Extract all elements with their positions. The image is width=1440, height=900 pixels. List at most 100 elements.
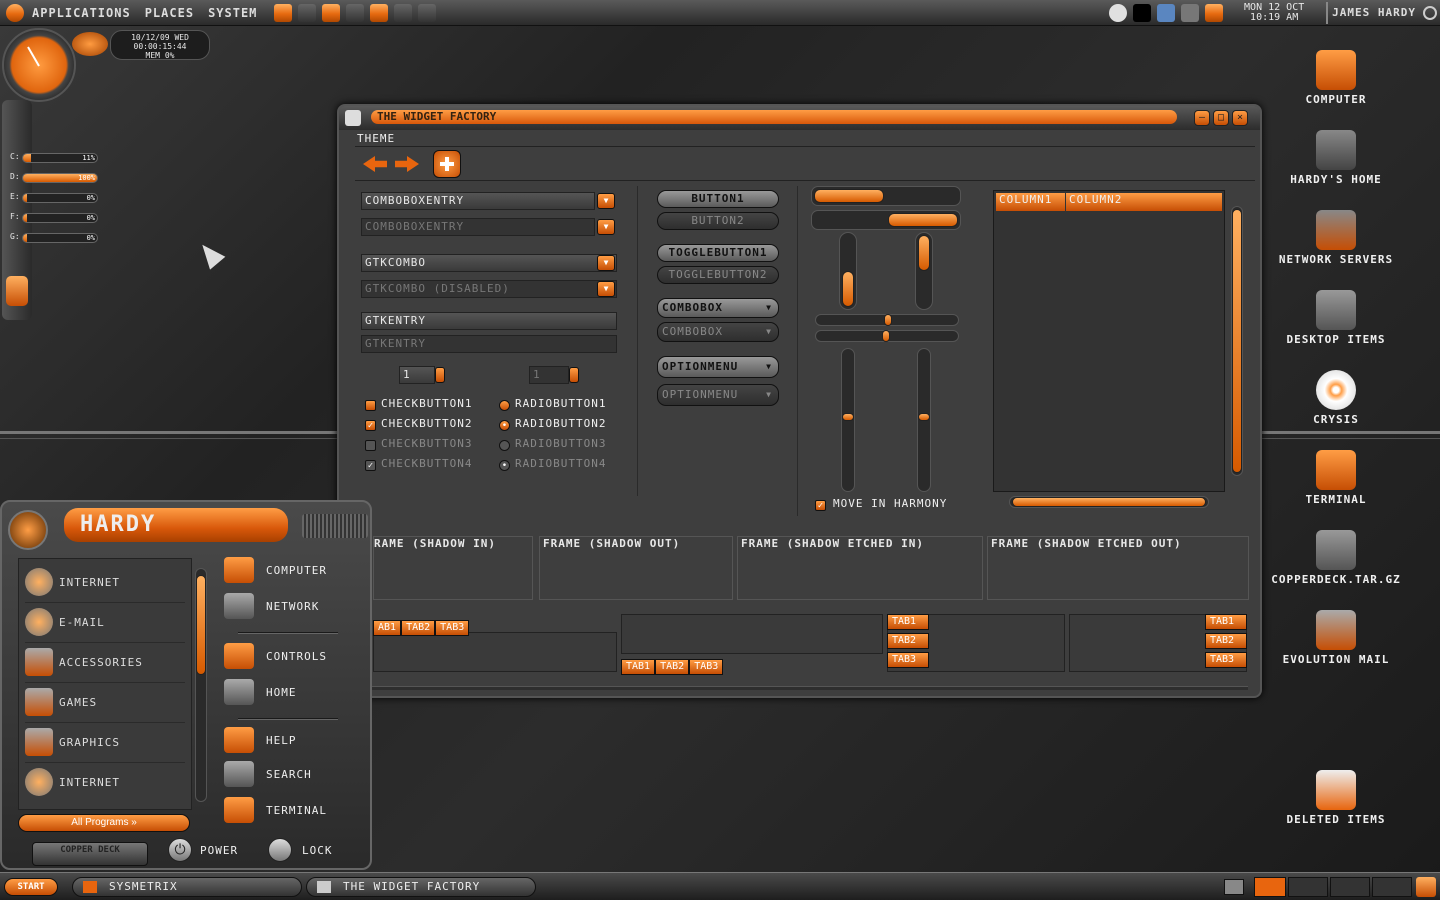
dropdown-arrow-icon[interactable]: ▼ xyxy=(597,255,615,271)
column-header-2[interactable]: Column2 xyxy=(1066,193,1122,211)
task-widget-factory[interactable]: The Widget Factory xyxy=(306,877,536,897)
spin-arrows-icon[interactable] xyxy=(435,367,445,383)
user-name[interactable]: James Hardy xyxy=(1332,6,1416,19)
tab-3[interactable]: Tab3 xyxy=(887,652,929,668)
tab-1[interactable]: Tab1 xyxy=(621,659,656,675)
network-icon[interactable] xyxy=(1157,3,1176,22)
comboboxentry-field[interactable]: ComboBoxEntry xyxy=(361,192,595,210)
program-item[interactable]: Internet xyxy=(25,765,185,799)
wifi-icon[interactable] xyxy=(1181,3,1200,22)
all-programs-button[interactable]: All Programs » xyxy=(18,814,190,832)
program-item[interactable]: Internet xyxy=(25,565,185,599)
tab-3[interactable]: Tab3 xyxy=(435,620,470,636)
show-desktop-icon[interactable] xyxy=(1224,879,1244,895)
tab-1[interactable]: Tab1 xyxy=(1205,614,1247,630)
trash-panel-icon[interactable] xyxy=(1416,877,1436,897)
weather-icon[interactable] xyxy=(1109,3,1128,22)
place-item[interactable]: Controls xyxy=(224,642,364,670)
workspace-3[interactable] xyxy=(1330,877,1370,897)
tab-3[interactable]: Tab3 xyxy=(689,659,724,675)
combobox-button[interactable]: ComboBox ▼ xyxy=(657,298,779,318)
tab-2[interactable]: Tab2 xyxy=(655,659,690,675)
gtkentry-field[interactable]: GtkEntry xyxy=(361,312,617,330)
program-item[interactable]: Graphics xyxy=(25,725,185,759)
desktop-icon[interactable]: Desktop Items xyxy=(1262,290,1410,345)
checkbox[interactable] xyxy=(365,400,376,411)
place-item[interactable]: Computer xyxy=(224,556,364,584)
desktop-icon[interactable]: Evolution Mail xyxy=(1262,610,1410,665)
vscale-2[interactable] xyxy=(917,348,931,492)
clock[interactable]: Mon 12 Oct 10:19 AM xyxy=(1234,2,1314,23)
power-label[interactable]: Power xyxy=(200,844,238,857)
power-icon[interactable]: ⏻ xyxy=(168,838,192,862)
button1-button[interactable]: Button1 xyxy=(657,190,779,208)
title-bar[interactable]: The Widget Factory – □ × xyxy=(339,106,1260,130)
tab-2[interactable]: Tab2 xyxy=(887,633,929,649)
black-square-icon[interactable] xyxy=(1133,3,1152,22)
vertical-scrollbar[interactable] xyxy=(1231,206,1243,476)
program-item[interactable]: Games xyxy=(25,685,185,719)
tab-2[interactable]: Tab2 xyxy=(1205,633,1247,649)
ubuntu-logo-icon[interactable] xyxy=(6,3,24,22)
program-item[interactable]: Accessories xyxy=(25,645,185,679)
trash-desklet-icon[interactable] xyxy=(6,276,28,306)
optionmenu-button[interactable]: OptionMenu ▼ xyxy=(657,356,779,378)
move-harmony-checkbox[interactable]: ✓ xyxy=(815,500,826,511)
desktop-icon[interactable]: CopperDeck.tar.gz xyxy=(1262,530,1410,585)
desktop-icon[interactable]: Hardy's Home xyxy=(1262,130,1410,185)
tab-3[interactable]: Tab3 xyxy=(1205,652,1247,668)
firefox-launcher-icon[interactable] xyxy=(274,3,293,22)
start-button[interactable]: Start xyxy=(4,878,58,896)
lock-label[interactable]: Lock xyxy=(302,844,333,857)
desktop-icon[interactable]: Crysis xyxy=(1262,370,1410,425)
horizontal-scrollbar[interactable] xyxy=(1009,496,1209,508)
tree-view[interactable]: Column1 Column2 xyxy=(993,190,1225,492)
desktop-icon[interactable]: Terminal xyxy=(1262,450,1410,505)
programs-scrollbar[interactable] xyxy=(195,568,207,802)
monitor-launcher-icon[interactable] xyxy=(394,3,413,22)
gtkcombo-field[interactable]: GtkCombo xyxy=(361,254,617,272)
minimize-button[interactable]: – xyxy=(1194,110,1210,126)
slider-thumb[interactable] xyxy=(918,413,930,421)
help-launcher-icon[interactable] xyxy=(322,3,341,22)
place-item[interactable]: Help xyxy=(224,726,364,754)
scrollbar-thumb[interactable] xyxy=(196,575,206,675)
back-arrow-icon[interactable] xyxy=(363,156,387,172)
power-icon[interactable] xyxy=(1423,5,1437,20)
tab-2[interactable]: Tab2 xyxy=(401,620,436,636)
menu-applications[interactable]: Applications xyxy=(32,6,131,20)
desktop-icon[interactable]: Network Servers xyxy=(1262,210,1410,265)
menu-system[interactable]: System xyxy=(208,6,257,20)
slider-thumb[interactable] xyxy=(842,413,854,421)
hscale-1[interactable] xyxy=(815,314,959,326)
scrollbar-thumb[interactable] xyxy=(1232,209,1242,473)
place-item[interactable]: Home xyxy=(224,678,364,706)
maximize-button[interactable]: □ xyxy=(1213,110,1229,126)
place-item[interactable]: Terminal xyxy=(224,796,364,824)
dropdown-arrow-icon[interactable]: ▼ xyxy=(597,193,615,209)
workspace-4[interactable] xyxy=(1372,877,1412,897)
settings-launcher-icon[interactable] xyxy=(418,3,437,22)
place-item[interactable]: Network xyxy=(224,592,364,620)
volume-icon[interactable] xyxy=(1205,3,1224,22)
notes-launcher-icon[interactable] xyxy=(370,3,389,22)
window-menu-icon[interactable] xyxy=(345,110,361,126)
workspace-2[interactable] xyxy=(1288,877,1328,897)
scrollbar-thumb[interactable] xyxy=(1012,497,1206,507)
hscale-2[interactable] xyxy=(815,330,959,342)
close-button[interactable]: × xyxy=(1232,110,1248,126)
tab-1[interactable]: ab1 xyxy=(373,620,402,636)
add-icon[interactable] xyxy=(433,150,461,178)
mail-launcher-icon[interactable] xyxy=(298,3,317,22)
radio-button[interactable] xyxy=(499,400,510,411)
column-header-1[interactable]: Column1 xyxy=(996,193,1066,211)
radio-button[interactable]: • xyxy=(499,420,510,431)
program-item[interactable]: E-mail xyxy=(25,605,185,639)
lock-icon[interactable] xyxy=(268,838,292,862)
task-sysmetrix[interactable]: Sysmetrix xyxy=(72,877,302,897)
place-item[interactable]: Search xyxy=(224,760,364,788)
forward-arrow-icon[interactable] xyxy=(395,156,419,172)
togglebutton1-button[interactable]: ToggleButton1 xyxy=(657,244,779,262)
checkbox[interactable]: ✓ xyxy=(365,420,376,431)
workspace-1[interactable] xyxy=(1254,877,1286,897)
